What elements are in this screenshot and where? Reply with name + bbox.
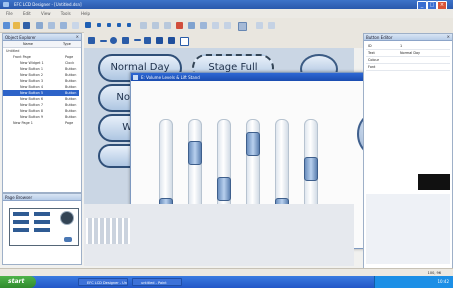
grid-icon[interactable] [36,22,43,29]
menu-item-tools[interactable]: Tools [61,11,71,16]
page-browser-title: Page Browser [5,195,33,200]
app-icon [3,2,9,7]
menu-item-file[interactable]: File [6,11,13,16]
add-image-icon[interactable] [117,23,121,27]
volume-slider-thumb[interactable] [304,156,318,181]
save-icon[interactable] [23,22,30,29]
dialog-title: E: Volume Levels & Lift Stand [141,74,200,80]
flag-icon[interactable] [176,22,183,29]
property-row[interactable]: ID 1 [366,43,450,50]
add-page-icon[interactable] [85,22,91,28]
pointer-icon[interactable] [88,37,95,44]
system-tray: 10:42 [374,276,453,288]
object-explorer-header: Object Explorer × [3,34,81,41]
tree-row-type: Page [65,121,74,125]
run-icon[interactable] [268,22,275,29]
property-name: Text [368,51,375,55]
delete-icon[interactable] [72,22,79,29]
circle-icon[interactable] [110,37,117,44]
explorer-column-headers: Name Type [3,41,81,48]
align-left-icon[interactable] [140,22,147,29]
dialog-app-icon [133,74,138,80]
column-header-type[interactable]: Type [63,41,71,47]
button-editor-header: Button Editor × [364,34,452,41]
thumb-button [13,212,29,216]
property-swatch[interactable] [418,174,450,190]
main-toolbar [0,18,453,33]
plus-icon[interactable] [122,37,129,44]
frame-icon[interactable] [238,22,247,31]
property-row[interactable]: Font [366,64,450,71]
property-value: 1 [400,44,403,48]
arrange-icon[interactable] [212,22,219,29]
preview-icon[interactable] [256,22,263,29]
add-button-icon[interactable] [97,23,101,27]
status-coordinates: 100, 96 [427,270,441,275]
taskbar-item-paint[interactable]: untitled - Paint [132,278,182,286]
menu-item-help[interactable]: Help [81,11,90,16]
rect-icon[interactable] [144,37,151,44]
taskbar-item-designer[interactable]: EFC LCD Designer - Un... [78,278,128,286]
thumb-arrow-icon [64,237,72,242]
volume-slider-thumb[interactable] [217,177,231,202]
volume-slider-thumb[interactable] [188,140,202,165]
line-icon[interactable] [100,40,107,42]
thumb-clock-icon [60,211,74,225]
property-value: Normal Day [400,51,421,55]
menu-item-view[interactable]: View [41,11,51,16]
grid-toggle-icon[interactable] [180,37,189,46]
property-row[interactable]: Text Normal Day [366,50,450,57]
app-titlebar: EFC LCD Designer - [Untitled.dsn] _ □ × [0,0,453,10]
property-row[interactable]: Colour [366,57,450,64]
property-name: Colour [368,58,380,62]
tree-row-name: New Page 1 [13,121,33,125]
panel-close-icon[interactable]: × [447,34,450,39]
add-slider-icon[interactable] [127,23,131,27]
object-explorer-panel: Object Explorer × Name Type Untitled Fron… [2,33,82,193]
minus-icon[interactable] [134,39,141,41]
menu-item-edit[interactable]: Edit [23,11,31,16]
windows-taskbar: start EFC LCD Designer - Un... untitled … [0,276,453,288]
slider-page-canvas[interactable] [84,204,354,266]
property-name: ID [368,44,372,48]
align-center-icon[interactable] [152,22,159,29]
stop-icon[interactable] [168,37,175,44]
order-icon[interactable] [224,22,231,29]
square-icon[interactable] [156,37,163,44]
app-title: EFC LCD Designer - [Untitled.dsn] [14,2,82,7]
object-explorer-title: Object Explorer [5,35,36,40]
panel-close-icon[interactable]: × [76,34,79,39]
zoom-icon[interactable] [200,22,207,29]
button-editor-panel: Button Editor × ID 1 Text Normal Day Colour F… [363,33,453,270]
start-button[interactable]: start [0,276,36,288]
thumb-button [34,212,50,216]
tray-clock: 10:42 [437,279,449,284]
image-icon[interactable] [188,22,195,29]
page-browser-header: Page Browser [3,194,81,201]
page-browser-panel: Page Browser [2,193,82,265]
paste-icon[interactable] [60,22,67,29]
tree-row[interactable]: New Page 1 Page [3,120,79,126]
thumb-button [13,228,29,232]
page-thumbnail-front[interactable] [9,208,79,246]
volume-slider-thumb[interactable] [246,132,260,157]
thumb-button [34,220,50,224]
column-header-name[interactable]: Name [23,41,33,47]
properties-lower-area [366,194,450,264]
copy-icon[interactable] [48,22,55,29]
add-label-icon[interactable] [107,23,111,27]
open-folder-icon[interactable] [13,22,20,29]
property-name: Font [368,65,376,69]
thumb-button [34,228,50,232]
button-editor-title: Button Editor [366,35,393,40]
mini-slider-strip [86,218,130,244]
align-right-icon[interactable] [164,22,171,29]
new-file-icon[interactable] [3,22,10,29]
thumb-button [13,220,29,224]
